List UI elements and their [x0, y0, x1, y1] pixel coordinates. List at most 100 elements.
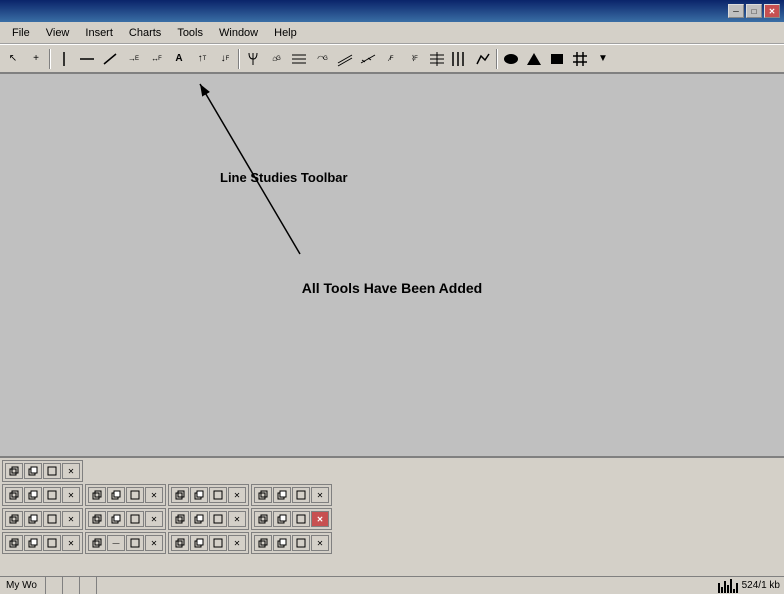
ellipse-tool[interactable]	[500, 48, 522, 70]
title-bar: ─ □ ✕	[0, 0, 784, 22]
tab-btn-r3-1-min[interactable]	[24, 511, 42, 527]
tab-btn-r4-4-restore[interactable]	[254, 535, 272, 551]
tab-btn-r3-4-restore[interactable]	[254, 511, 272, 527]
tab-btn-r3-3-restore[interactable]	[171, 511, 189, 527]
status-bar: My Wo 524/1 kb	[0, 576, 784, 594]
tab-btn-r2-3-close[interactable]: ✕	[228, 487, 246, 503]
tab-btn-r4-4-min[interactable]	[273, 535, 291, 551]
tab-btn-r2-2-min[interactable]	[107, 487, 125, 503]
tab-btn-r3-3-close[interactable]: ✕	[228, 511, 246, 527]
tab-btn-r3-1-restore[interactable]	[5, 511, 23, 527]
tab-btn-r4-2-min[interactable]: —	[107, 535, 125, 551]
tab-btn-r2-4-max[interactable]	[292, 487, 310, 503]
tab-btn-r3-1-max[interactable]	[43, 511, 61, 527]
tab-row-4: ✕ — ✕ ✕ ✕	[0, 530, 784, 554]
tab-btn-r2-1-min[interactable]	[24, 487, 42, 503]
tab-btn-r3-2-restore[interactable]	[88, 511, 106, 527]
tab-btn-r4-1-max[interactable]	[43, 535, 61, 551]
retracement-tool[interactable]	[288, 48, 310, 70]
speed-lines-tool[interactable]: ∕F	[380, 48, 402, 70]
menu-window[interactable]: Window	[211, 25, 266, 41]
tab-btn-r2-3-min[interactable]	[190, 487, 208, 503]
tab-btn-r4-3-min[interactable]	[190, 535, 208, 551]
tab-btn-r2-2-max[interactable]	[126, 487, 144, 503]
cycles-tool[interactable]	[449, 48, 471, 70]
tab-btn-r4-1-restore[interactable]	[5, 535, 23, 551]
vertical-line-tool[interactable]	[53, 48, 75, 70]
horizontal-line-tool[interactable]	[76, 48, 98, 70]
tab-btn-r2-4-restore[interactable]	[254, 487, 272, 503]
tab-btn-r3-1-close[interactable]: ✕	[62, 511, 80, 527]
menu-charts[interactable]: Charts	[121, 25, 169, 41]
gann-fan-tool[interactable]: ⌂G	[265, 48, 287, 70]
menu-tools[interactable]: Tools	[169, 25, 211, 41]
tab-group-r1-1: ✕	[2, 460, 83, 482]
tab-btn-r3-2-min[interactable]	[107, 511, 125, 527]
tab-btn-r3-4-max[interactable]	[292, 511, 310, 527]
hash-tool[interactable]	[569, 48, 591, 70]
tab-btn-r2-1-max[interactable]	[43, 487, 61, 503]
line-studies-label: Line Studies Toolbar	[220, 170, 348, 185]
minimize-button[interactable]: ─	[728, 4, 744, 18]
status-workspace-text: My Wo	[6, 580, 37, 591]
menu-bar: File View Insert Charts Tools Window Hel…	[0, 22, 784, 44]
tab-btn-r2-1-close[interactable]: ✕	[62, 487, 80, 503]
tab-btn-r4-2-close[interactable]: ✕	[145, 535, 163, 551]
tab-btn-r4-3-max[interactable]	[209, 535, 227, 551]
tab-btn-max[interactable]	[43, 463, 61, 479]
pointer-tool[interactable]: ↖	[2, 48, 24, 70]
tab-group-r3-4: ✕	[251, 508, 332, 530]
menu-view[interactable]: View	[38, 25, 78, 41]
rectangle-tool[interactable]	[546, 48, 568, 70]
trend-line-tool[interactable]	[99, 48, 121, 70]
tab-group-r4-4: ✕	[251, 532, 332, 554]
tab-btn-r3-2-close[interactable]: ✕	[145, 511, 163, 527]
arc-tool[interactable]: ◠G	[311, 48, 333, 70]
regression-tool[interactable]	[357, 48, 379, 70]
arrow-up-tool[interactable]: ↑T	[191, 48, 213, 70]
tab-btn-r2-4-close[interactable]: ✕	[311, 487, 329, 503]
tab-btn-r2-4-min[interactable]	[273, 487, 291, 503]
tab-btn-close[interactable]: ✕	[62, 463, 80, 479]
menu-file[interactable]: File	[4, 25, 38, 41]
tab-btn-r2-1-restore[interactable]	[5, 487, 23, 503]
tab-btn-r4-3-close[interactable]: ✕	[228, 535, 246, 551]
crosshair-tool[interactable]: +	[25, 48, 47, 70]
close-button[interactable]: ✕	[764, 4, 780, 18]
extended-line-tool[interactable]: ↔F	[145, 48, 167, 70]
tab-group-r3-3: ✕	[168, 508, 249, 530]
tab-btn-r4-3-restore[interactable]	[171, 535, 189, 551]
channel-tool[interactable]	[334, 48, 356, 70]
tab-btn-r2-2-close[interactable]: ✕	[145, 487, 163, 503]
tab-btn-r4-1-min[interactable]	[24, 535, 42, 551]
arrow-down-tool[interactable]: ↓F	[214, 48, 236, 70]
triangle-tool[interactable]	[523, 48, 545, 70]
tab-btn-r2-3-max[interactable]	[209, 487, 227, 503]
maximize-button[interactable]: □	[746, 4, 762, 18]
tab-btn-r2-3-restore[interactable]	[171, 487, 189, 503]
text-tool[interactable]: A	[168, 48, 190, 70]
tab-btn-r3-2-max[interactable]	[126, 511, 144, 527]
tab-btn-min[interactable]	[24, 463, 42, 479]
tab-btn-r3-3-min[interactable]	[190, 511, 208, 527]
tab-btn-r4-4-max[interactable]	[292, 535, 310, 551]
status-workspace: My Wo	[4, 577, 46, 594]
tab-btn-r4-1-close[interactable]: ✕	[62, 535, 80, 551]
tab-btn-r4-2-max[interactable]	[126, 535, 144, 551]
ray-tool[interactable]: →E	[122, 48, 144, 70]
more-tools[interactable]: ▼	[592, 48, 614, 70]
polyline-tool[interactable]	[472, 48, 494, 70]
tab-btn-restore[interactable]	[5, 463, 23, 479]
tab-group-r2-3: ✕	[168, 484, 249, 506]
percent-tool[interactable]	[426, 48, 448, 70]
pitchfork-tool[interactable]	[242, 48, 264, 70]
tab-btn-r3-3-max[interactable]	[209, 511, 227, 527]
tab-btn-r3-4-close-red[interactable]: ✕	[311, 511, 329, 527]
tab-btn-r3-4-min[interactable]	[273, 511, 291, 527]
tab-btn-r2-2-restore[interactable]	[88, 487, 106, 503]
gann-lines-tool[interactable]: ⌇F	[403, 48, 425, 70]
tab-btn-r4-2-restore[interactable]	[88, 535, 106, 551]
tab-btn-r4-4-close[interactable]: ✕	[311, 535, 329, 551]
menu-help[interactable]: Help	[266, 25, 305, 41]
menu-insert[interactable]: Insert	[77, 25, 121, 41]
